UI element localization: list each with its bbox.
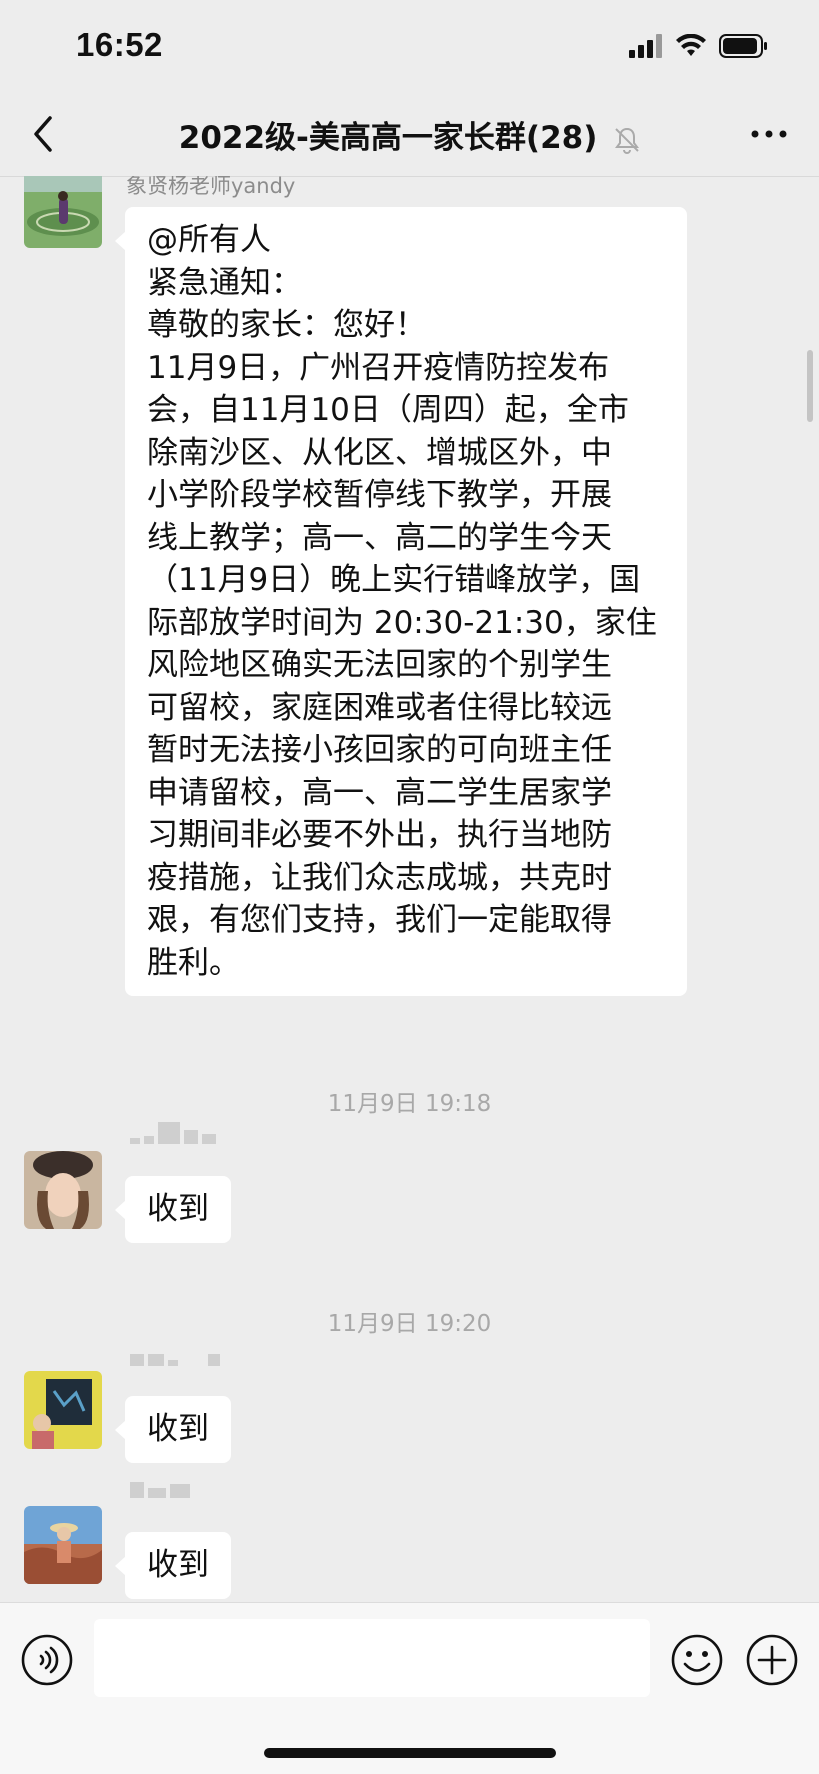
avatar[interactable]	[24, 1371, 102, 1449]
message-line: （11月9日）晚上实行错峰放学，国	[147, 562, 641, 598]
message-line: 际部放学时间为 20:30-21:30，家住	[147, 604, 657, 641]
battery-icon	[719, 34, 767, 58]
status-icons	[629, 32, 769, 60]
wifi-icon	[676, 34, 706, 56]
message-line: 紧急通知：	[147, 264, 302, 301]
more-button[interactable]	[749, 120, 789, 148]
message-line: 疫措施，让我们众志成城，共克时	[147, 859, 612, 896]
message-bubble[interactable]: @所有人 紧急通知： 尊敬的家长：您好！ 11月9日，广州召开疫情防控发布 会，…	[115, 207, 687, 996]
message-line: 艰，有您们支持，我们一定能取得	[147, 902, 612, 938]
signal-icon	[629, 34, 662, 58]
message-bubble[interactable]: 收到	[115, 1396, 231, 1463]
chat-messages[interactable]: 象贤杨老师yandy @所有人 紧急通知： 尊敬的家长：您好！ 11月9日，广州…	[0, 176, 819, 1602]
sender-name-blurred	[130, 1120, 216, 1144]
timestamp: 11月9日 19:20	[327, 1311, 492, 1337]
chat-title-text: 2022级-美高高一家长群(28)	[178, 120, 598, 156]
message-line: 线上教学；高一、高二的学生今天	[147, 519, 612, 556]
status-time: 16:52	[76, 26, 163, 63]
message-line: 申请留校，高一、高二学生居家学	[147, 774, 612, 811]
avatar[interactable]	[24, 176, 102, 248]
message-line: 会，自11月10日（周四）起，全市	[147, 392, 629, 428]
message-text: 收到	[147, 1411, 209, 1447]
message-line: 尊敬的家长：您好！	[147, 307, 426, 343]
message-line: 风险地区确实无法回家的个别学生	[147, 647, 612, 683]
chat-header: 2022级-美高高一家长群(28)	[0, 92, 819, 177]
sender-name-blurred	[130, 1342, 220, 1366]
message-bubble[interactable]: 收到	[115, 1176, 231, 1243]
timestamp: 11月9日 19:18	[327, 1091, 492, 1117]
message-line: 可留校，家庭困难或者住得比较远	[147, 689, 612, 726]
message-line: 11月9日，广州召开疫情防控发布	[147, 349, 610, 386]
message-line: 除南沙区、从化区、增城区外，中	[147, 434, 612, 471]
status-bar: 16:52	[0, 0, 819, 92]
message-text: 收到	[147, 1191, 209, 1227]
voice-icon[interactable]	[20, 1633, 74, 1687]
message-line: @所有人	[147, 222, 271, 258]
sender-name-blurred	[130, 1474, 190, 1498]
sender-name: 象贤杨老师yandy	[126, 176, 296, 198]
avatar[interactable]	[24, 1506, 102, 1584]
message-bubble[interactable]: 收到	[115, 1532, 231, 1599]
muted-bell-icon	[615, 127, 640, 154]
plus-icon[interactable]	[745, 1633, 799, 1687]
home-indicator	[264, 1748, 556, 1758]
message-input[interactable]	[94, 1619, 650, 1697]
avatar[interactable]	[24, 1151, 102, 1229]
message-line: 习期间非必要不外出，执行当地防	[147, 817, 612, 853]
message-line: 小学阶段学校暂停线下教学，开展	[147, 477, 612, 513]
message-text: 收到	[147, 1547, 209, 1583]
message-line: 暂时无法接小孩回家的可向班主任	[147, 732, 612, 768]
scrollbar[interactable]	[807, 350, 813, 422]
emoji-icon[interactable]	[670, 1633, 724, 1687]
chat-title: 2022级-美高高一家长群(28)	[0, 112, 819, 157]
message-line: 胜利。	[147, 944, 240, 981]
